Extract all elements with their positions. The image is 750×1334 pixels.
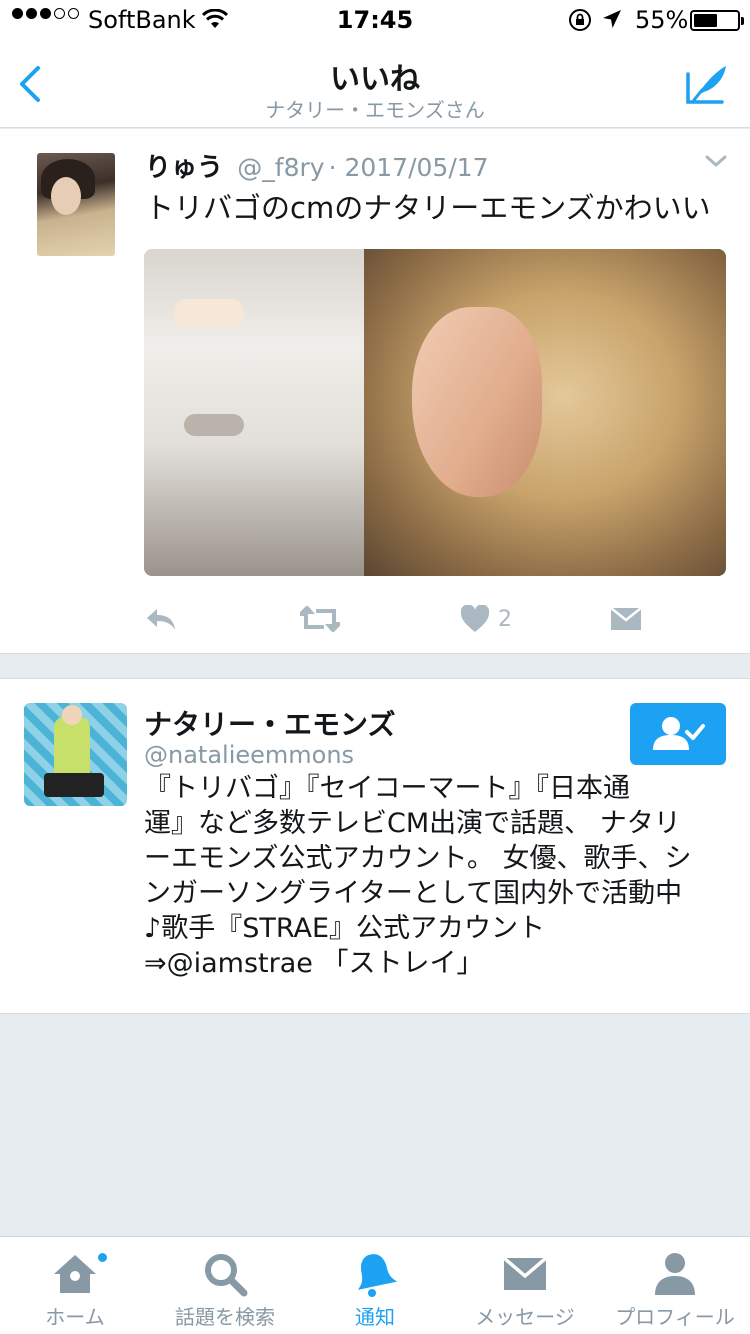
tab-label: メッセージ bbox=[475, 1305, 575, 1329]
compose-icon[interactable] bbox=[682, 62, 730, 108]
tweet-author-avatar[interactable] bbox=[37, 153, 115, 256]
share-dm-button[interactable] bbox=[610, 599, 642, 639]
page-title: いいね bbox=[330, 62, 420, 97]
user-avatar[interactable] bbox=[24, 703, 127, 806]
status-bar: SoftBank 17:45 55% bbox=[0, 0, 750, 40]
tweet-media-photo[interactable] bbox=[144, 249, 726, 576]
bio-line: 『トリバゴ』『セイコーマート』『日本通 bbox=[144, 773, 630, 804]
tab-label: 通知 bbox=[355, 1305, 395, 1329]
tweet-header: りゅう @_f8ry · 2017/05/17 bbox=[145, 147, 489, 184]
retweet-icon bbox=[300, 605, 340, 633]
battery-icon bbox=[690, 10, 744, 31]
like-count: 2 bbox=[498, 606, 512, 632]
reply-button[interactable] bbox=[144, 599, 178, 639]
search-icon bbox=[205, 1254, 248, 1297]
liked-tweet[interactable]: りゅう @_f8ry · 2017/05/17 トリバゴのcmのナタリーエモンズか… bbox=[0, 129, 750, 654]
bell-icon bbox=[357, 1254, 398, 1297]
battery-level-fill bbox=[694, 14, 718, 27]
tab-search[interactable]: 話題を検索 bbox=[150, 1237, 300, 1334]
tab-bar: ホーム 話題を検索 通知 メッセージ プロフィール bbox=[0, 1236, 750, 1334]
tab-home[interactable]: ホーム bbox=[0, 1237, 150, 1334]
following-button[interactable] bbox=[630, 703, 726, 765]
tab-notifications[interactable]: 通知 bbox=[300, 1237, 450, 1334]
bio-line: ンガーソングライターとして国内外で活動中 bbox=[144, 878, 683, 909]
page-subtitle: ナタリー・エモンズさん bbox=[265, 98, 485, 122]
envelope-icon bbox=[610, 607, 642, 630]
rotation-lock-icon bbox=[569, 9, 591, 31]
user-handle[interactable]: @natalieemmons bbox=[144, 741, 354, 769]
tweet-text: トリバゴのcmのナタリーエモンズかわいい bbox=[145, 191, 711, 225]
bio-line: ーエモンズ公式アカウント。 女優、歌手、シ bbox=[144, 843, 692, 874]
bio-line: 運』など多数テレビCM出演で話題、 ナタリ bbox=[144, 808, 681, 839]
home-icon bbox=[54, 1255, 96, 1293]
person-icon bbox=[655, 1253, 695, 1295]
chevron-down-icon[interactable] bbox=[704, 153, 728, 169]
like-button[interactable]: 2 bbox=[460, 599, 512, 639]
tab-profile[interactable]: プロフィール bbox=[600, 1237, 750, 1334]
reply-icon bbox=[147, 609, 175, 630]
tab-messages[interactable]: メッセージ bbox=[450, 1237, 600, 1334]
tweet-author-handle[interactable]: @_f8ry bbox=[237, 153, 324, 182]
following-check-icon bbox=[653, 717, 705, 750]
user-bio: 『トリバゴ』『セイコーマート』『日本通 運』など多数テレビCM出演で話題、 ナタ… bbox=[144, 771, 734, 981]
bio-line[interactable]: ⇒@iamstrae 「ストレイ」 bbox=[144, 946, 734, 981]
new-badge-dot bbox=[96, 1251, 109, 1264]
battery-percent: 55% bbox=[635, 6, 689, 34]
tweet-date: · 2017/05/17 bbox=[328, 153, 489, 182]
bio-line: ♪歌手『STRAE』公式アカウント bbox=[144, 913, 546, 944]
envelope-icon bbox=[502, 1256, 548, 1290]
location-arrow-icon bbox=[603, 10, 621, 28]
tab-label: 話題を検索 bbox=[175, 1305, 275, 1329]
retweet-button[interactable] bbox=[300, 599, 340, 639]
user-name[interactable]: ナタリー・エモンズ bbox=[144, 703, 395, 743]
tab-label: ホーム bbox=[45, 1305, 105, 1329]
tweet-author-name[interactable]: りゅう bbox=[145, 153, 223, 183]
navigation-bar: いいね ナタリー・エモンズさん bbox=[0, 40, 750, 128]
tweet-actions: 2 bbox=[0, 599, 750, 639]
tab-label: プロフィール bbox=[615, 1305, 735, 1329]
user-card[interactable]: ナタリー・エモンズ @natalieemmons 『トリバゴ』『セイコーマート』… bbox=[0, 678, 750, 1014]
heart-icon bbox=[460, 605, 490, 632]
